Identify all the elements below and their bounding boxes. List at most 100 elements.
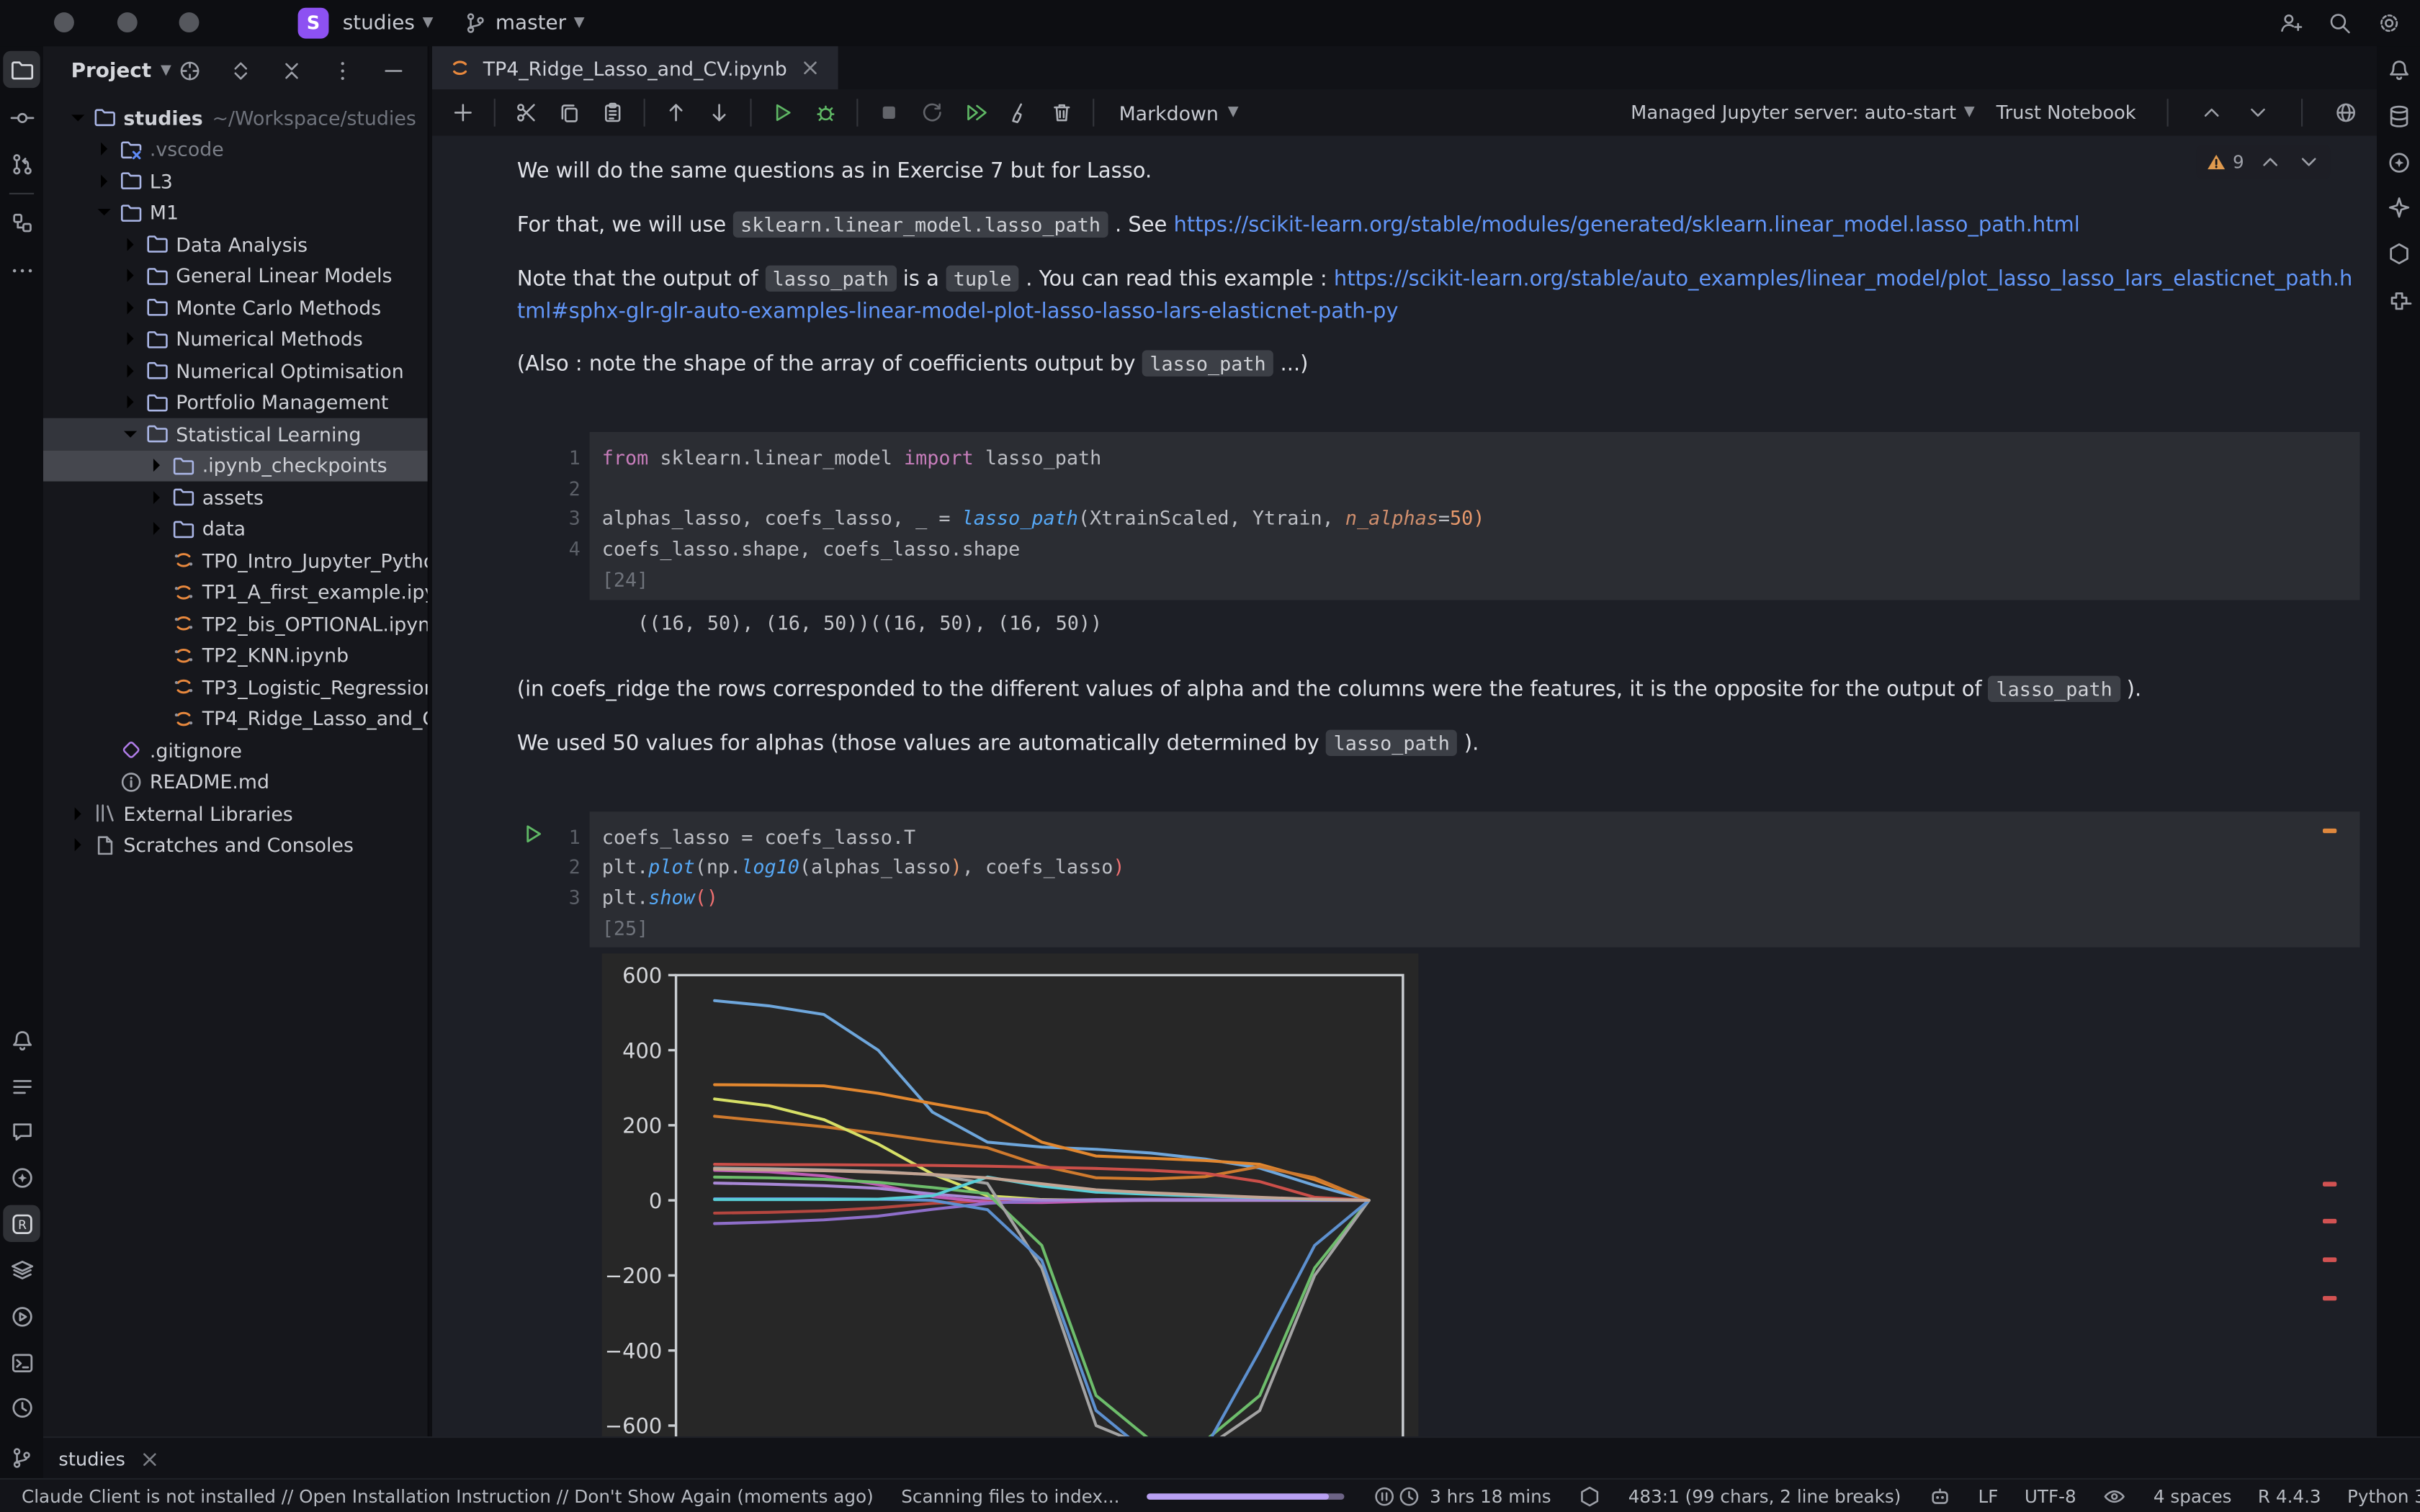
tool-more-icon[interactable]: [3, 251, 40, 288]
file-encoding[interactable]: UTF-8: [2025, 1486, 2076, 1508]
add-cell-button[interactable]: [444, 96, 481, 130]
markdown-link[interactable]: https://scikit-learn.org/stable/modules/…: [1174, 213, 2080, 238]
tool-ai-icon[interactable]: [2380, 188, 2416, 225]
indent-setting[interactable]: 4 spaces: [2154, 1486, 2232, 1508]
tool-todo-icon[interactable]: [3, 1068, 40, 1104]
tool-pull-requests-icon[interactable]: [3, 145, 40, 181]
close-icon[interactable]: [798, 55, 823, 80]
chevron-right-icon[interactable]: [117, 390, 143, 415]
tool-project-icon[interactable]: [3, 51, 40, 88]
tool-services-icon[interactable]: [3, 1251, 40, 1288]
tree-item-studies[interactable]: studies~/Workspace/studies: [43, 102, 428, 133]
run-cell-button[interactable]: [764, 96, 801, 130]
caret-position[interactable]: 483:1 (99 chars, 2 line breaks): [1628, 1486, 1901, 1508]
debug-cell-button[interactable]: [807, 96, 844, 130]
tree-item-tp4-ridge-lasso-and-cv-ip[interactable]: TP4_Ridge_Lasso_and_CV.ip: [43, 703, 428, 734]
tool-structure-icon[interactable]: [3, 204, 40, 240]
session-time[interactable]: 3 hrs 18 mins: [1397, 1484, 1551, 1508]
tree-item-numerical-methods[interactable]: Numerical Methods: [43, 323, 428, 355]
tree-item-tp2-bis-optional-ipynb[interactable]: TP2_bis_OPTIONAL.ipynb: [43, 608, 428, 639]
chevron-right-icon[interactable]: [91, 136, 117, 162]
tree-item-data-analysis[interactable]: Data Analysis: [43, 228, 428, 260]
delete-cell-button[interactable]: [1044, 96, 1080, 130]
chevron-down-icon[interactable]: [91, 199, 117, 225]
notifications-icon[interactable]: [2380, 51, 2416, 88]
window-minimize-button[interactable]: [117, 12, 138, 32]
tree-item--vscode[interactable]: .vscode: [43, 133, 428, 165]
chevron-right-icon[interactable]: [143, 516, 169, 541]
chevron-down-icon[interactable]: [117, 420, 143, 446]
chevron-right-icon[interactable]: [117, 263, 143, 289]
tree-item--gitignore[interactable]: .gitignore: [43, 734, 428, 766]
tool-terminal-icon[interactable]: [3, 1344, 40, 1380]
tree-item-readme-md[interactable]: README.md: [43, 766, 428, 798]
tree-item-assets[interactable]: assets: [43, 482, 428, 513]
chevron-right-icon[interactable]: [117, 231, 143, 257]
paste-cell-button[interactable]: [594, 96, 631, 130]
tree-item-general-linear-models[interactable]: General Linear Models: [43, 260, 428, 292]
settings-gear-icon[interactable]: [2377, 11, 2401, 35]
window-close-button[interactable]: [54, 12, 74, 32]
previous-problem-icon[interactable]: [2258, 150, 2282, 174]
chevron-right-icon[interactable]: [117, 294, 143, 320]
hide-panel-icon[interactable]: [381, 58, 405, 83]
copilot-icon[interactable]: [1927, 1484, 1952, 1508]
chevron-right-icon[interactable]: [91, 168, 117, 194]
tool-tab-studies[interactable]: studies: [43, 1438, 178, 1480]
tree-item--ipynb-checkpoints[interactable]: .ipynb_checkpoints: [43, 450, 428, 482]
next-cell-icon[interactable]: [2246, 100, 2270, 125]
pause-indexing-icon[interactable]: [1373, 1484, 1397, 1508]
tool-ai-assistant-icon[interactable]: [3, 1158, 40, 1195]
tree-item-tp0-intro-jupyter-python-ip[interactable]: TP0_Intro_Jupyter_Python.ip: [43, 544, 428, 576]
jupyter-server-selector[interactable]: Managed Jupyter server: auto-start ▼: [1631, 102, 1975, 123]
chevron-right-icon[interactable]: [143, 484, 169, 510]
chevron-right-icon[interactable]: [143, 452, 169, 478]
tool-chat-icon[interactable]: [3, 1112, 40, 1149]
stop-kernel-button[interactable]: [871, 96, 908, 130]
close-icon[interactable]: [138, 1446, 162, 1471]
panel-options-icon[interactable]: [331, 58, 355, 83]
chevron-right-icon[interactable]: [65, 832, 91, 858]
tool-history-icon[interactable]: [3, 1389, 40, 1426]
invite-user-icon[interactable]: [2278, 11, 2303, 35]
tree-item-monte-carlo-methods[interactable]: Monte Carlo Methods: [43, 292, 428, 323]
move-cell-down-button[interactable]: [701, 96, 738, 130]
tool-commit-icon[interactable]: [3, 99, 40, 135]
trust-notebook-button[interactable]: Trust Notebook: [1996, 102, 2136, 123]
previous-cell-icon[interactable]: [2200, 100, 2224, 125]
tool-run-icon[interactable]: [3, 1297, 40, 1334]
tree-item-tp3-logistic-regression-an[interactable]: TP3_Logistic_Regression_an: [43, 671, 428, 703]
reader-mode-icon[interactable]: [2102, 1484, 2127, 1508]
r-interpreter[interactable]: R 4.4.3: [2258, 1486, 2321, 1508]
run-cell-gutter-icon[interactable]: [521, 822, 544, 845]
tree-item-scratches-and-consoles[interactable]: Scratches and Consoles: [43, 829, 428, 861]
tree-item-m1[interactable]: M1: [43, 197, 428, 228]
tree-item-data[interactable]: data: [43, 513, 428, 545]
inspections-widget[interactable]: 9: [2196, 145, 2331, 179]
tool-dependencies-icon[interactable]: [2380, 235, 2416, 271]
tree-item-numerical-optimisation[interactable]: Numerical Optimisation: [43, 355, 428, 387]
power-save-icon[interactable]: [1577, 1484, 1602, 1508]
git-branch-icon[interactable]: [9, 1445, 34, 1470]
notifications-icon[interactable]: [3, 1022, 40, 1058]
next-problem-icon[interactable]: [2297, 150, 2321, 174]
code-cell[interactable]: 1from sklearn.linear_model import lasso_…: [590, 432, 2360, 600]
tool-r-console-icon[interactable]: R: [3, 1205, 40, 1242]
locate-file-icon[interactable]: [177, 58, 202, 83]
status-notice[interactable]: Claude Client is not installed // Open I…: [22, 1486, 874, 1508]
copy-cell-button[interactable]: [551, 96, 588, 130]
python-interpreter[interactable]: Python 3.12: [2347, 1486, 2420, 1508]
tree-item-l3[interactable]: L3: [43, 165, 428, 197]
cell-type-dropdown[interactable]: Markdown ▼: [1119, 101, 1239, 124]
project-switcher[interactable]: studies ▼: [343, 0, 434, 46]
window-maximize-button[interactable]: [179, 12, 200, 32]
search-everywhere-icon[interactable]: [2327, 11, 2352, 35]
run-all-cells-button[interactable]: [957, 96, 994, 130]
cut-cell-button[interactable]: [508, 96, 544, 130]
chevron-right-icon[interactable]: [65, 801, 91, 827]
tool-plugins-icon[interactable]: [2380, 282, 2416, 319]
tree-item-tp2-knn-ipynb[interactable]: TP2_KNN.ipynb: [43, 639, 428, 671]
chevron-down-icon[interactable]: [65, 104, 91, 130]
move-cell-up-button[interactable]: [658, 96, 694, 130]
branch-switcher[interactable]: master ▼: [463, 0, 585, 46]
